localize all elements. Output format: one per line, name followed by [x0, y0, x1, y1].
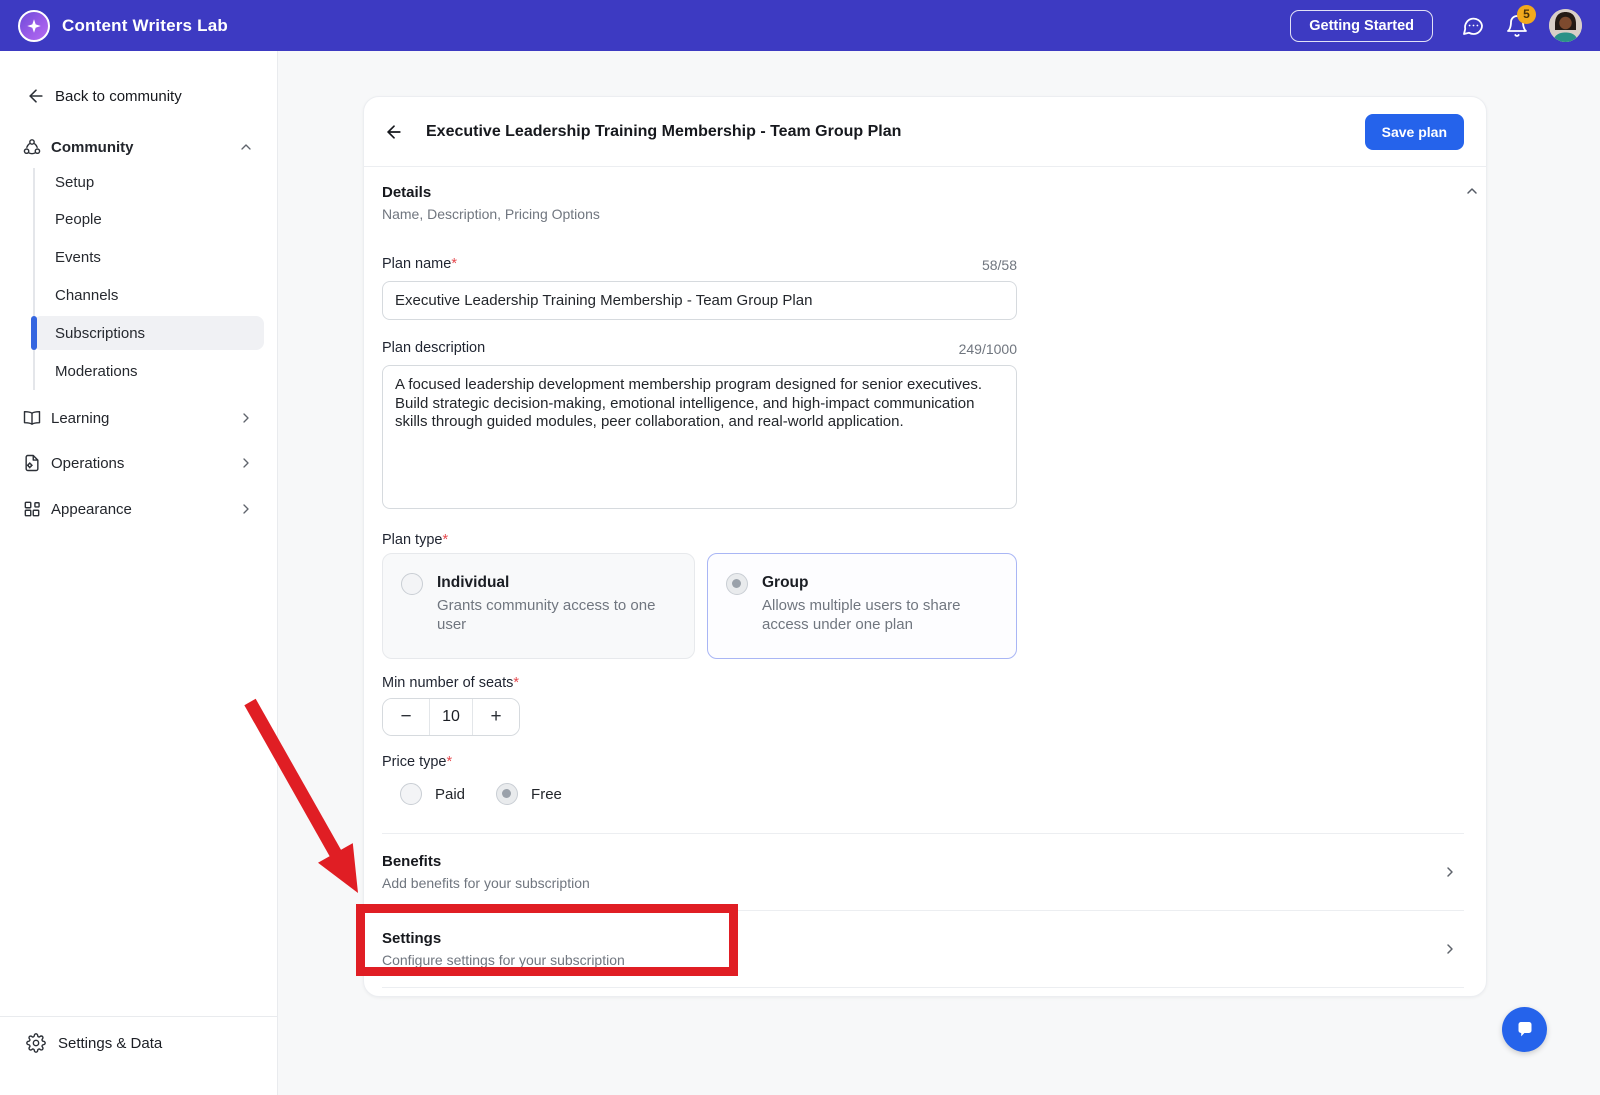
subnav-tree-line	[33, 168, 35, 390]
notification-count-badge: 5	[1517, 5, 1536, 24]
required-asterisk: *	[513, 675, 519, 691]
sidebar-item-label: Community	[51, 139, 134, 156]
sidebar-item-appearance[interactable]: Appearance	[0, 496, 278, 522]
notifications-bell[interactable]: 5	[1505, 14, 1529, 38]
sidebar-item-setup[interactable]: Setup	[55, 165, 94, 199]
details-section-header[interactable]: Details Name, Description, Pricing Optio…	[382, 183, 1464, 223]
chevron-right-icon	[1442, 941, 1458, 957]
sidebar-item-label: Learning	[51, 410, 109, 427]
brand: Content Writers Lab	[18, 10, 228, 42]
radio-selected-icon	[496, 783, 518, 805]
required-asterisk: *	[451, 256, 457, 272]
plan-type-option-individual[interactable]: Individual Grants community access to on…	[382, 553, 695, 659]
price-type-option-free[interactable]: Free	[496, 783, 562, 805]
plan-editor-card: Executive Leadership Training Membership…	[363, 96, 1487, 997]
sidebar-footer-divider	[0, 1016, 278, 1017]
settings-data-label: Settings & Data	[58, 1035, 162, 1052]
required-asterisk: *	[442, 532, 448, 548]
plan-type-option-title: Individual	[437, 573, 678, 593]
plan-name-counter: 58/58	[982, 257, 1017, 273]
min-seats-label: Min number of seats*	[382, 674, 1464, 692]
sidebar-item-settings-data[interactable]: Settings & Data	[0, 1029, 278, 1057]
chevron-right-icon	[1442, 864, 1458, 880]
sidebar: Back to community Community Setup People…	[0, 51, 278, 1095]
radio-unselected-icon	[401, 573, 423, 595]
sidebar-item-operations[interactable]: Operations	[0, 450, 278, 476]
settings-subtitle: Configure settings for your subscription	[382, 951, 1464, 969]
document-gear-icon	[22, 453, 42, 473]
plan-type-label: Plan type*	[382, 531, 1464, 549]
collapse-chevron-up-icon[interactable]	[1464, 183, 1480, 199]
back-arrow-icon[interactable]	[384, 122, 404, 142]
card-header: Executive Leadership Training Membership…	[364, 97, 1486, 167]
arrow-left-icon	[26, 86, 46, 106]
benefits-title: Benefits	[382, 852, 1464, 871]
gear-icon	[26, 1033, 46, 1053]
required-asterisk: *	[446, 754, 452, 770]
min-seats-value: 10	[429, 699, 473, 735]
chevron-up-icon	[238, 139, 254, 155]
blocks-icon	[22, 499, 42, 519]
back-to-community-link[interactable]: Back to community	[0, 83, 278, 109]
main-content: Executive Leadership Training Membership…	[278, 51, 1600, 1095]
active-item-indicator	[31, 316, 37, 350]
chevron-right-icon	[238, 501, 254, 517]
top-navbar: Content Writers Lab Getting Started 5	[0, 0, 1600, 51]
chat-bubble-icon	[1513, 1018, 1537, 1042]
plan-description-textarea[interactable]: A focused leadership development members…	[382, 365, 1017, 509]
back-to-community-label: Back to community	[55, 88, 182, 105]
details-title: Details	[382, 183, 1464, 202]
plan-description-label: Plan description	[382, 339, 485, 357]
chevron-right-icon	[238, 410, 254, 426]
plan-type-option-description: Grants community access to one user	[437, 596, 678, 634]
decrement-button[interactable]: −	[383, 699, 429, 735]
messages-icon[interactable]	[1461, 14, 1485, 38]
plan-description-counter: 249/1000	[959, 341, 1017, 357]
price-type-option-paid[interactable]: Paid	[400, 783, 465, 805]
sidebar-item-events[interactable]: Events	[55, 240, 101, 274]
sidebar-item-people[interactable]: People	[55, 202, 102, 236]
chat-launcher-button[interactable]	[1502, 1007, 1547, 1052]
brand-name: Content Writers Lab	[62, 16, 228, 36]
plan-name-label: Plan name*	[382, 255, 457, 273]
radio-selected-icon	[726, 573, 748, 595]
app-logo-icon	[18, 10, 50, 42]
increment-button[interactable]: +	[473, 699, 519, 735]
sidebar-item-community[interactable]: Community	[0, 134, 278, 160]
chevron-right-icon	[238, 455, 254, 471]
settings-section-row[interactable]: Settings Configure settings for your sub…	[382, 910, 1464, 988]
save-plan-button[interactable]: Save plan	[1365, 114, 1464, 150]
benefits-subtitle: Add benefits for your subscription	[382, 874, 1464, 892]
sidebar-item-label: Appearance	[51, 501, 132, 518]
price-option-label: Paid	[435, 786, 465, 803]
benefits-section-row[interactable]: Benefits Add benefits for your subscript…	[382, 833, 1464, 910]
sidebar-item-moderations[interactable]: Moderations	[55, 354, 138, 388]
sidebar-item-label: Operations	[51, 455, 124, 472]
plan-type-option-group[interactable]: Group Allows multiple users to share acc…	[707, 553, 1017, 659]
radio-unselected-icon	[400, 783, 422, 805]
min-seats-stepper: − 10 +	[382, 698, 520, 736]
plan-name-input[interactable]	[382, 281, 1017, 320]
page-title: Executive Leadership Training Membership…	[426, 123, 901, 141]
plan-type-option-description: Allows multiple users to share access un…	[762, 596, 1000, 634]
plan-type-option-title: Group	[762, 573, 1000, 593]
settings-title: Settings	[382, 929, 1464, 948]
user-avatar[interactable]	[1549, 9, 1582, 42]
sidebar-item-learning[interactable]: Learning	[0, 405, 278, 431]
sidebar-item-channels[interactable]: Channels	[55, 278, 118, 312]
community-icon	[22, 137, 42, 157]
book-icon	[22, 408, 42, 428]
price-type-label: Price type*	[382, 753, 1464, 771]
details-subtitle: Name, Description, Pricing Options	[382, 205, 1464, 223]
getting-started-button[interactable]: Getting Started	[1290, 10, 1433, 42]
sidebar-item-subscriptions[interactable]: Subscriptions	[55, 316, 145, 350]
price-option-label: Free	[531, 786, 562, 803]
